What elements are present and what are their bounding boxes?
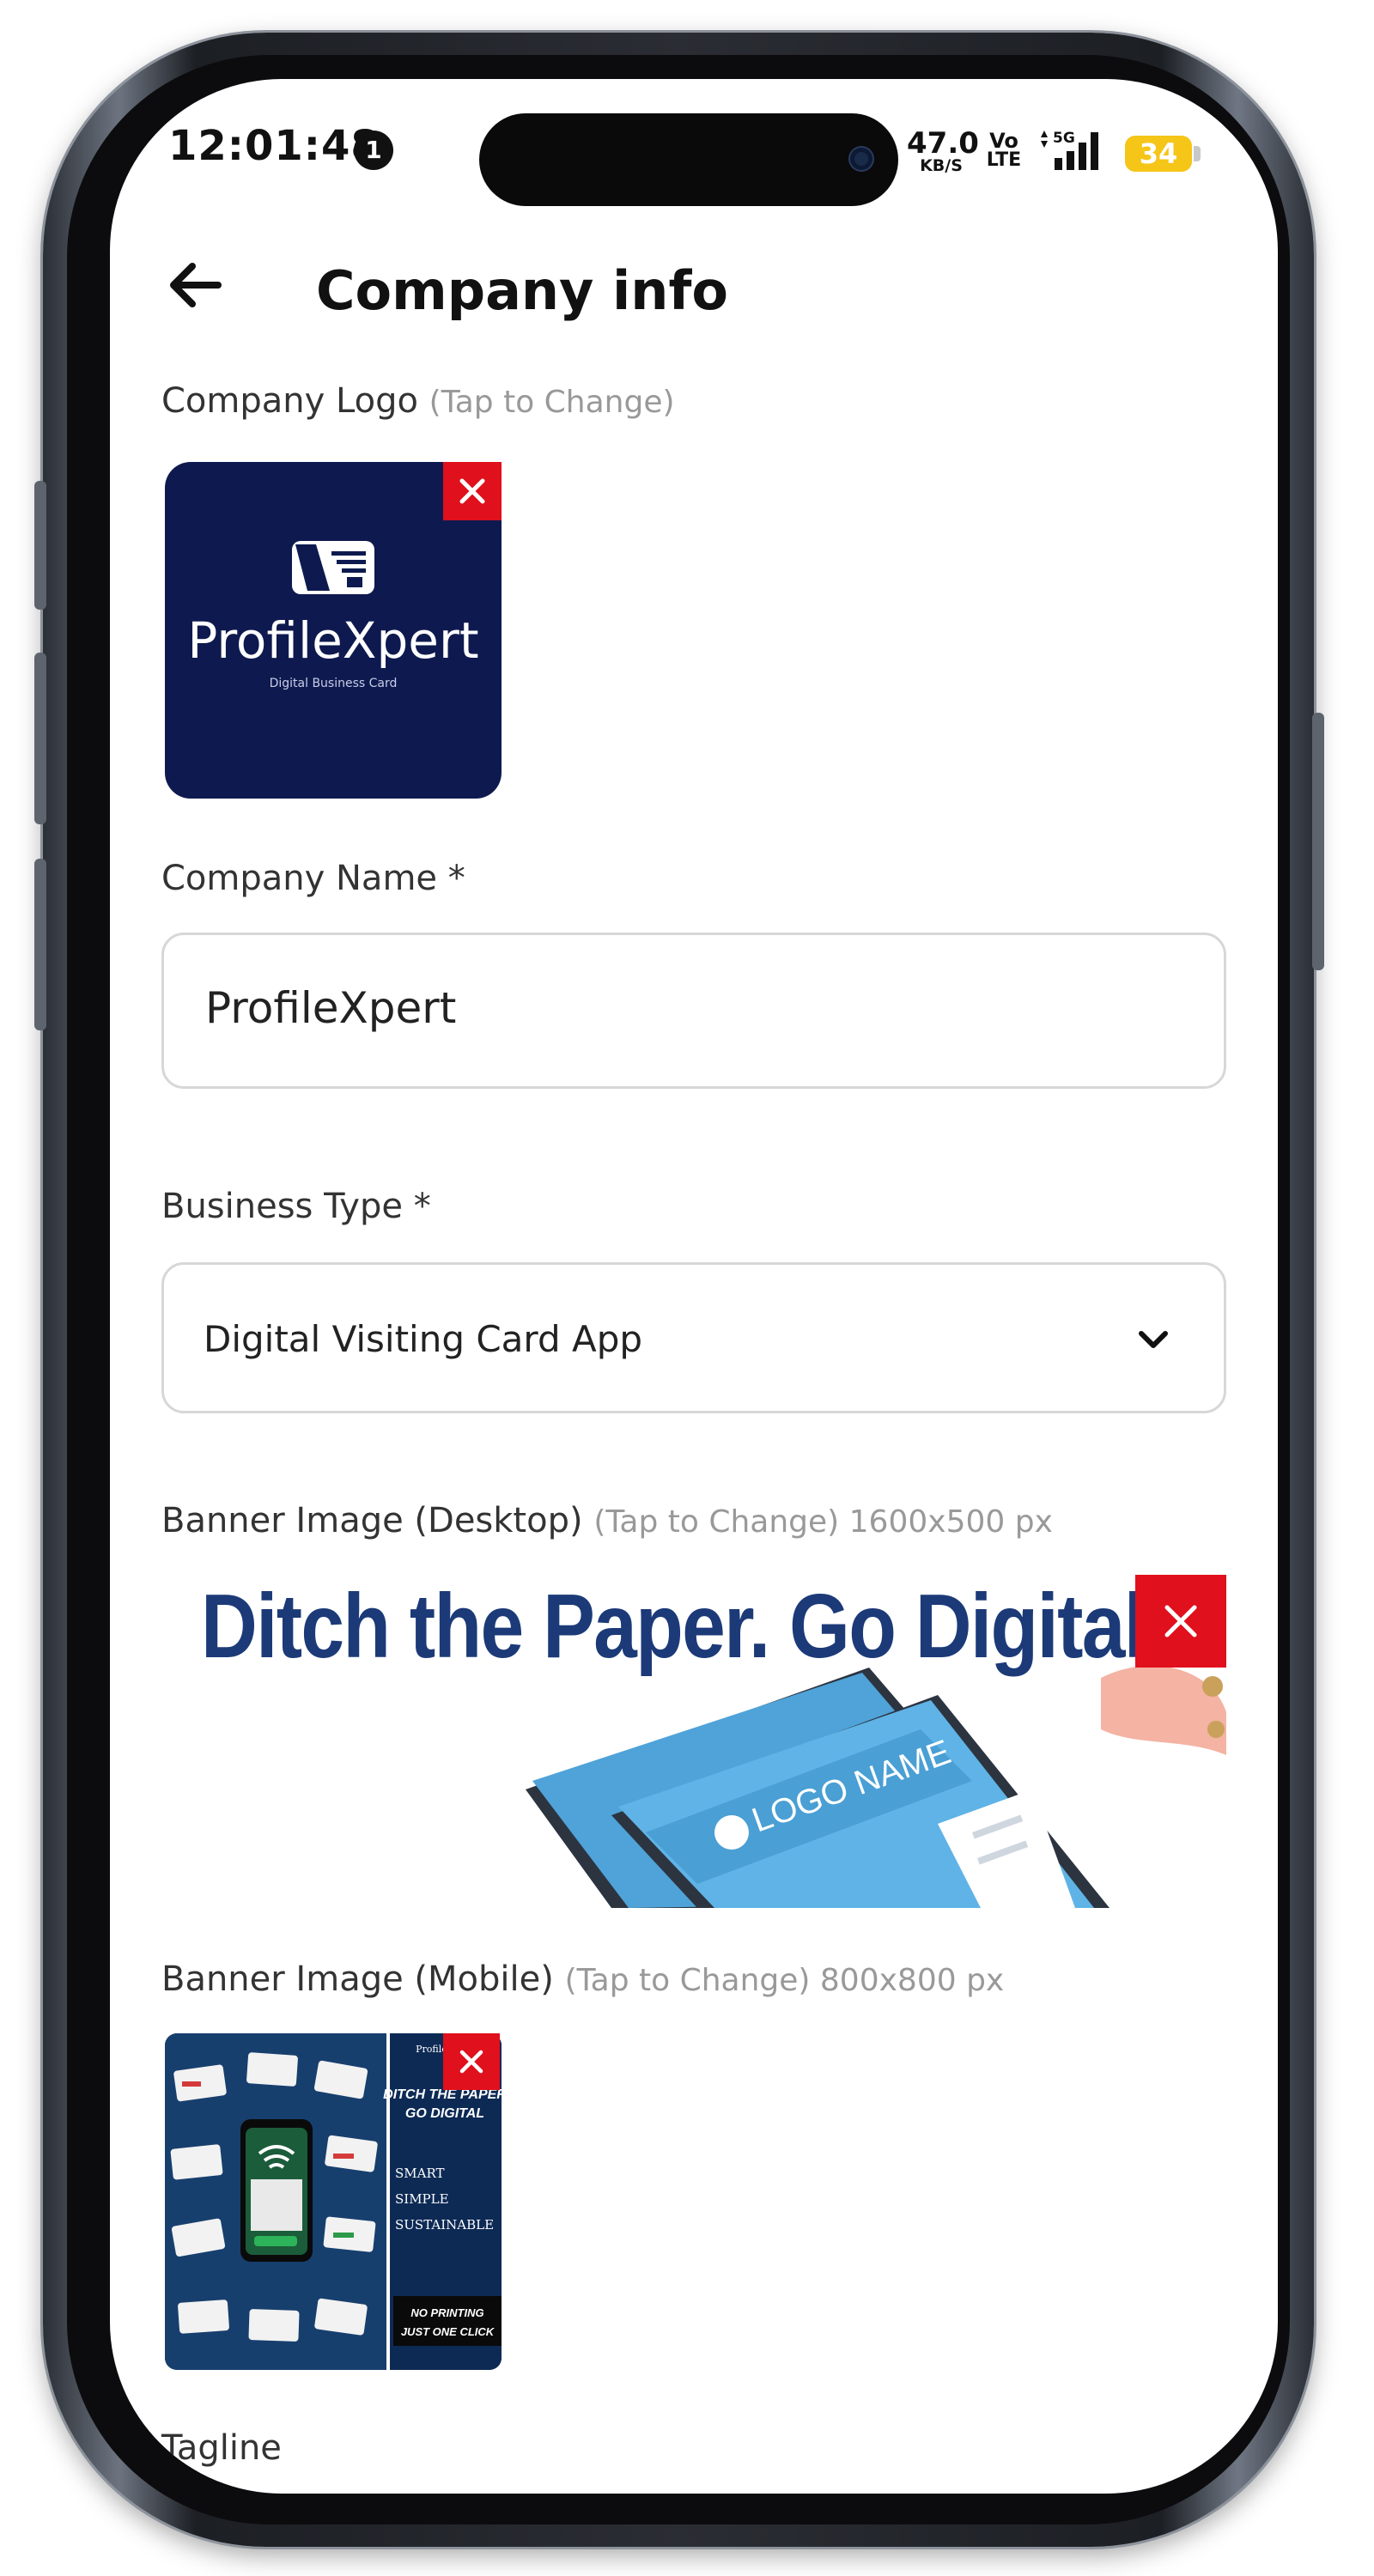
logo-wordmark: ProfileXpert — [187, 611, 479, 670]
battery-indicator: 34 — [1125, 136, 1192, 172]
remove-desktop-banner-button[interactable] — [1135, 1575, 1226, 1668]
action-button — [34, 481, 46, 610]
battery-tip — [1194, 146, 1201, 161]
power-button — [1312, 713, 1324, 970]
chevron-down-icon — [1139, 1331, 1168, 1348]
arrow-left-icon — [170, 263, 222, 307]
company-logo-label: Company Logo (Tap to Change) — [161, 381, 675, 421]
banner-desktop-image[interactable]: Ditch the Paper. Go Digital. LOGO NAME — [165, 1575, 1226, 1908]
net-speed-value: 47.0 — [907, 126, 979, 161]
remove-logo-button[interactable] — [443, 462, 502, 520]
company-name-label: Company Name * — [161, 859, 465, 898]
network-type-label: 5G — [1053, 130, 1075, 147]
mobile-banner-word-3: SUSTAINABLE — [395, 2217, 494, 2233]
mobile-banner-footer-1: NO PRINTING — [410, 2306, 483, 2319]
banner-desktop-hint: (Tap to Change) 1600x500 px — [593, 1504, 1053, 1540]
status-time: 12:01:48 — [168, 122, 380, 170]
business-type-label: Business Type * — [161, 1187, 431, 1226]
business-type-select[interactable]: Digital Visiting Card App — [161, 1262, 1226, 1413]
page-title: Company info — [316, 259, 729, 322]
banner-desktop-label-text: Banner Image (Desktop) — [161, 1501, 583, 1540]
card-logo-icon — [292, 541, 374, 594]
close-icon — [1164, 1605, 1197, 1637]
banner-mobile-label-text: Banner Image (Mobile) — [161, 1959, 554, 1999]
company-logo-hint: (Tap to Change) — [429, 385, 675, 420]
signal-icon: 5G — [1041, 130, 1098, 170]
volume-up-button — [34, 653, 46, 824]
business-cards-illustration: LOGO NAME — [526, 1665, 1226, 1908]
back-button[interactable] — [161, 251, 230, 319]
mobile-banner-word-2: SIMPLE — [395, 2191, 449, 2207]
notification-badge: 1 — [354, 131, 393, 170]
banner-mobile-label: Banner Image (Mobile) (Tap to Change) 80… — [161, 1959, 1004, 1999]
mobile-banner-headline-2: GO DIGITAL — [405, 2106, 484, 2121]
tagline-label: Tagline — [161, 2428, 282, 2468]
logo-subtext: Digital Business Card — [269, 677, 398, 690]
company-logo-label-text: Company Logo — [161, 381, 418, 421]
mobile-banner-footer-2: JUST ONE CLICK — [401, 2325, 495, 2338]
close-icon — [459, 478, 485, 504]
banner-desktop-label: Banner Image (Desktop) (Tap to Change) 1… — [161, 1501, 1053, 1540]
remove-mobile-banner-button[interactable] — [443, 2033, 500, 2090]
volte-bottom: LTE — [986, 149, 1022, 171]
phone-screen: 12:01:48 1 47.0 KB/S Vo LTE 5G 34 Compan… — [110, 79, 1278, 2494]
volume-down-button — [34, 859, 46, 1030]
business-type-value: Digital Visiting Card App — [204, 1318, 643, 1360]
volte-top: Vo — [989, 129, 1018, 153]
company-name-field[interactable]: ProfileXpert — [161, 933, 1226, 1089]
dynamic-island — [479, 113, 898, 206]
network-speed: 47.0 KB/S — [907, 126, 979, 174]
camera-icon — [850, 148, 872, 170]
volte-indicator: Vo LTE — [982, 131, 1025, 170]
close-icon — [459, 2050, 483, 2074]
company-name-value: ProfileXpert — [205, 983, 457, 1033]
mobile-banner-word-1: SMART — [395, 2166, 445, 2181]
banner-mobile-hint: (Tap to Change) 800x800 px — [564, 1963, 1005, 1998]
